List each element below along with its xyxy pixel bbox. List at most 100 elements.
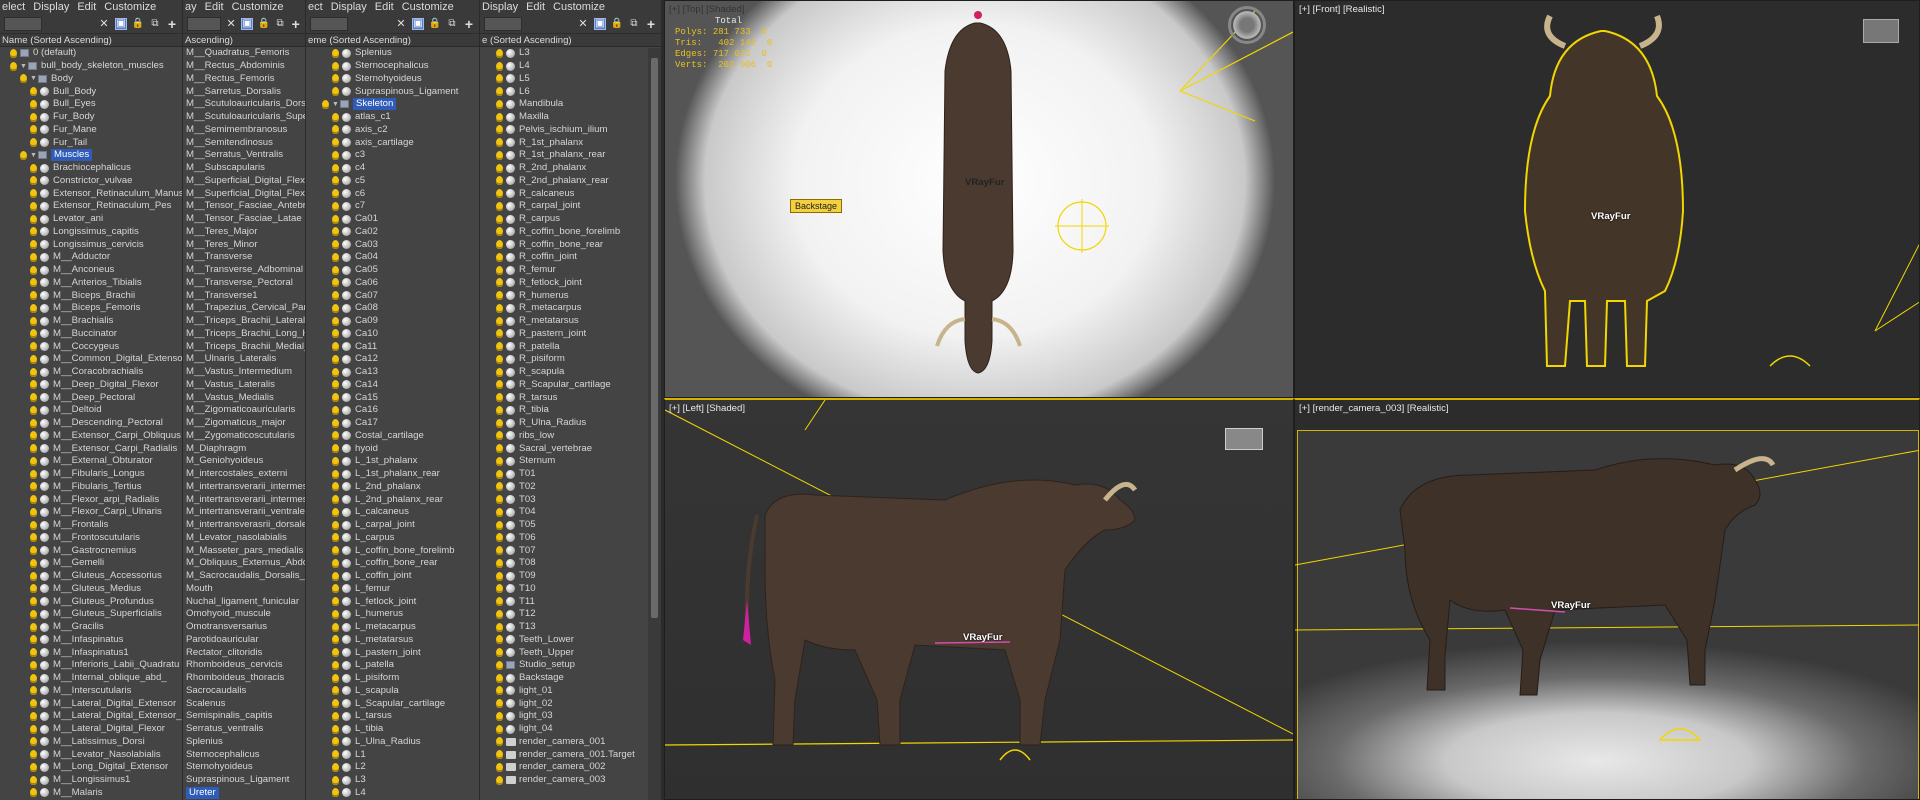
visibility-bulb-icon[interactable] bbox=[496, 609, 503, 619]
add-icon[interactable]: + bbox=[645, 16, 657, 32]
visibility-bulb-icon[interactable] bbox=[496, 342, 503, 352]
tree-row[interactable]: Omohyoid_muscule bbox=[183, 608, 305, 621]
visibility-bulb-icon[interactable] bbox=[496, 635, 503, 645]
viewcube-compass-icon[interactable] bbox=[1228, 6, 1266, 44]
tree-row[interactable]: render_camera_002 bbox=[480, 761, 661, 774]
tree-row[interactable]: L_Ulna_Radius bbox=[306, 736, 479, 749]
visibility-bulb-icon[interactable] bbox=[332, 201, 339, 211]
tree-row[interactable]: M__Gluteus_Profundus bbox=[0, 595, 182, 608]
visibility-bulb-icon[interactable] bbox=[30, 367, 37, 377]
tree-row[interactable]: L_femur bbox=[306, 583, 479, 596]
viewport-label[interactable]: [+] [Left] [Shaded] bbox=[669, 403, 745, 414]
expand-arrow-icon[interactable]: ▼ bbox=[30, 152, 38, 159]
visibility-bulb-icon[interactable] bbox=[30, 482, 37, 492]
visibility-bulb-icon[interactable] bbox=[332, 482, 339, 492]
visibility-bulb-icon[interactable] bbox=[30, 750, 37, 760]
tree-row[interactable]: Ca09 bbox=[306, 315, 479, 328]
visibility-bulb-icon[interactable] bbox=[496, 201, 503, 211]
close-icon[interactable]: ✕ bbox=[226, 18, 237, 30]
visibility-bulb-icon[interactable] bbox=[30, 635, 37, 645]
tree-row[interactable]: M__Gastrocnemius bbox=[0, 544, 182, 557]
visibility-bulb-icon[interactable] bbox=[496, 546, 503, 556]
visibility-bulb-icon[interactable] bbox=[496, 163, 503, 173]
tree-row[interactable]: Rhomboideus_thoracis bbox=[183, 672, 305, 685]
tree-row[interactable]: Ca07 bbox=[306, 289, 479, 302]
tree-row[interactable]: Backstage bbox=[480, 672, 661, 685]
tree-row[interactable]: M__Biceps_Brachii bbox=[0, 289, 182, 302]
visibility-bulb-icon[interactable] bbox=[30, 176, 37, 186]
viewport-left[interactable]: [+] [Left] [Shaded] VRayFur bbox=[664, 398, 1294, 800]
menu-item[interactable]: Customize bbox=[553, 1, 605, 13]
tree-row[interactable]: c4 bbox=[306, 162, 479, 175]
visibility-bulb-icon[interactable] bbox=[30, 584, 37, 594]
visibility-bulb-icon[interactable] bbox=[496, 775, 503, 785]
filter-icon[interactable]: ▣ bbox=[594, 17, 606, 30]
expand-arrow-icon[interactable]: ▼ bbox=[332, 101, 340, 108]
tree-row[interactable]: Supraspinous_Ligament bbox=[306, 85, 479, 98]
tree-row[interactable]: axis_c2 bbox=[306, 124, 479, 137]
tree-row[interactable]: L_pisiform bbox=[306, 672, 479, 685]
layer-icon[interactable]: ⧉ bbox=[446, 18, 458, 30]
tree-row[interactable]: M__Superficial_Digital_Flexo bbox=[183, 187, 305, 200]
visibility-bulb-icon[interactable] bbox=[30, 546, 37, 556]
close-icon[interactable]: ✕ bbox=[395, 18, 407, 30]
tree-row[interactable]: M__Rectus_Femoris bbox=[183, 73, 305, 86]
tree-row[interactable]: R_pastern_joint bbox=[480, 328, 661, 341]
visibility-bulb-icon[interactable] bbox=[332, 648, 339, 658]
visibility-bulb-icon[interactable] bbox=[332, 597, 339, 607]
tree-row[interactable]: Sacral_vertebrae bbox=[480, 442, 661, 455]
tree-row[interactable]: Ca06 bbox=[306, 277, 479, 290]
tree-row[interactable]: Ca04 bbox=[306, 251, 479, 264]
tree-row[interactable]: M__Triceps_Brachii_Long_He bbox=[183, 328, 305, 341]
tree-row[interactable]: L_coffin_bone_rear bbox=[306, 557, 479, 570]
visibility-bulb-icon[interactable] bbox=[30, 291, 37, 301]
tree-row[interactable]: M__Long_Digital_Extensor bbox=[0, 761, 182, 774]
tree-row[interactable]: L_carpus bbox=[306, 532, 479, 545]
visibility-bulb-icon[interactable] bbox=[30, 87, 37, 97]
tree-row[interactable]: L3 bbox=[480, 47, 661, 60]
visibility-bulb-icon[interactable] bbox=[332, 61, 339, 71]
tree-row[interactable]: M__Transverse_Pectoral bbox=[183, 277, 305, 290]
menu-item[interactable]: Edit bbox=[77, 1, 96, 13]
tree-row[interactable]: R_2nd_phalanx bbox=[480, 162, 661, 175]
tree-row[interactable]: R_coffin_bone_forelimb bbox=[480, 226, 661, 239]
tree-row[interactable]: M__Latissimus_Dorsi bbox=[0, 736, 182, 749]
visibility-bulb-icon[interactable] bbox=[30, 342, 37, 352]
visibility-bulb-icon[interactable] bbox=[496, 660, 503, 670]
tree-row[interactable]: M__Coccygeus bbox=[0, 340, 182, 353]
tree-row[interactable]: light_01 bbox=[480, 685, 661, 698]
visibility-bulb-icon[interactable] bbox=[332, 737, 339, 747]
layer-icon[interactable]: ⧉ bbox=[275, 18, 286, 30]
layer-icon[interactable]: ⧉ bbox=[628, 18, 640, 30]
visibility-bulb-icon[interactable] bbox=[30, 571, 37, 581]
tree-row[interactable]: R_scapula bbox=[480, 366, 661, 379]
tree-row[interactable]: Teeth_Upper bbox=[480, 646, 661, 659]
visibility-bulb-icon[interactable] bbox=[332, 189, 339, 199]
visibility-bulb-icon[interactable] bbox=[496, 48, 503, 58]
tree-row[interactable]: T03 bbox=[480, 493, 661, 506]
tree-row[interactable]: Fur_Body bbox=[0, 111, 182, 124]
visibility-bulb-icon[interactable] bbox=[496, 418, 503, 428]
visibility-bulb-icon[interactable] bbox=[332, 711, 339, 721]
visibility-bulb-icon[interactable] bbox=[496, 303, 503, 313]
visibility-bulb-icon[interactable] bbox=[20, 74, 27, 84]
tree-row[interactable]: M__Buccinator bbox=[0, 328, 182, 341]
tree-row[interactable]: Sternocephalicus bbox=[183, 748, 305, 761]
tree-row[interactable]: Levator_ani bbox=[0, 213, 182, 226]
tree-row[interactable]: M__Brachialis bbox=[0, 315, 182, 328]
tree-row[interactable]: M_Masseter_pars_medialis bbox=[183, 544, 305, 557]
visibility-bulb-icon[interactable] bbox=[30, 724, 37, 734]
tree-row[interactable]: M__Gluteus_Medius bbox=[0, 583, 182, 596]
visibility-bulb-icon[interactable] bbox=[30, 240, 37, 250]
tree-row[interactable]: ▼ Muscles bbox=[0, 149, 182, 162]
visibility-bulb-icon[interactable] bbox=[30, 431, 37, 441]
scrollbar-thumb[interactable] bbox=[651, 58, 658, 618]
visibility-bulb-icon[interactable] bbox=[332, 622, 339, 632]
visibility-bulb-icon[interactable] bbox=[30, 189, 37, 199]
tree-row[interactable]: Studio_setup bbox=[480, 659, 661, 672]
visibility-bulb-icon[interactable] bbox=[496, 405, 503, 415]
visibility-bulb-icon[interactable] bbox=[332, 673, 339, 683]
visibility-bulb-icon[interactable] bbox=[496, 469, 503, 479]
tree-row[interactable]: Semispinalis_capitis bbox=[183, 710, 305, 723]
tree-row[interactable]: R_1st_phalanx_rear bbox=[480, 149, 661, 162]
